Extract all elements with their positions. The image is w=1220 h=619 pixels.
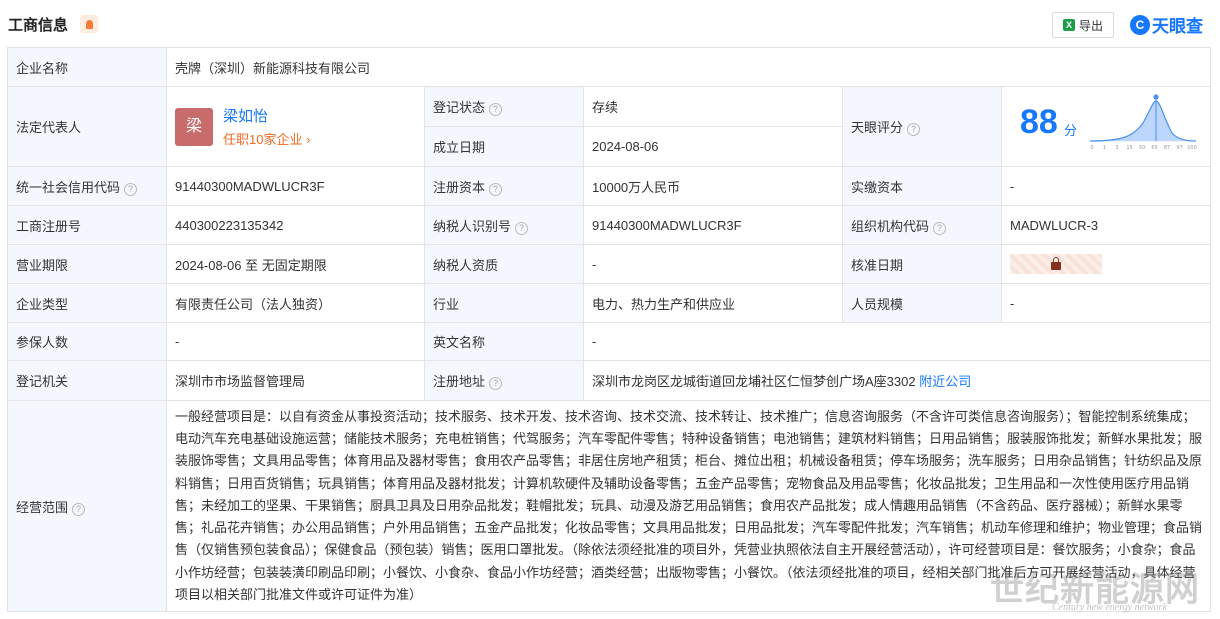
value-company-type: 有限责任公司（法人独资） xyxy=(166,283,425,323)
export-button[interactable]: X 导出 xyxy=(1052,12,1114,38)
bell-icon[interactable] xyxy=(80,15,98,33)
label-score: 天眼评分? xyxy=(842,86,1002,167)
help-icon[interactable]: ? xyxy=(515,221,529,235)
brand-name: 天眼查 xyxy=(1152,17,1203,36)
label-credit-code: 统一社会信用代码? xyxy=(7,166,167,206)
score-marker-dot xyxy=(1153,94,1159,100)
label-reg-capital: 注册资本? xyxy=(424,166,584,206)
score-tick-label: 87 xyxy=(1164,145,1170,151)
value-reg-capital: 10000万人民币 xyxy=(583,166,843,206)
value-taxpayer-id: 91440300MADWLUCR3F xyxy=(583,205,843,245)
nearby-companies-link[interactable]: 附近公司 xyxy=(919,374,971,389)
business-info-table: 企业名称 壳牌（深圳）新能源科技有限公司 法定代表人 梁 梁如怡 任职10家企业… xyxy=(7,47,1212,612)
score-tick-label: 65 xyxy=(1151,145,1157,151)
avatar[interactable]: 梁 xyxy=(175,107,213,146)
value-insured: - xyxy=(166,322,425,361)
section-header: 工商信息 X 导出 C 天眼查 xyxy=(0,0,1220,46)
help-icon[interactable]: ? xyxy=(72,502,86,516)
help-icon[interactable]: ? xyxy=(489,182,503,196)
section-title: 工商信息 xyxy=(8,17,69,34)
help-icon[interactable]: ? xyxy=(933,221,947,235)
lock-icon xyxy=(1051,256,1061,270)
value-authority: 深圳市市场监督管理局 xyxy=(166,360,425,401)
value-credit-code: 91440300MADWLUCR3F xyxy=(166,166,425,206)
excel-icon: X xyxy=(1062,19,1075,31)
label-company-name: 企业名称 xyxy=(7,47,167,87)
locked-content[interactable] xyxy=(1010,254,1102,274)
score-axis-ticks: 0 1 3 15 50 65 87 97 100 xyxy=(1090,145,1196,151)
legal-rep-name-link[interactable]: 梁如怡 xyxy=(223,105,310,126)
label-term: 营业期限 xyxy=(7,244,167,284)
value-org-code: MADWLUCR-3 xyxy=(1000,205,1212,245)
value-found-date: 2024-08-06 xyxy=(583,126,843,167)
legal-rep-companies-link[interactable]: 任职10家企业 › xyxy=(223,129,310,148)
watermark-subtitle: Century new energy network xyxy=(1052,602,1167,613)
score-tick-label: 100 xyxy=(1187,145,1197,151)
value-english-name: - xyxy=(582,322,1212,361)
label-org-code: 组织机构代码? xyxy=(842,205,1002,245)
score-tick-label: 15 xyxy=(1126,145,1132,151)
label-staff-size: 人员规模 xyxy=(842,283,1002,323)
value-legal-rep: 梁 梁如怡 任职10家企业 › xyxy=(166,86,425,167)
score-tick-label: 50 xyxy=(1139,145,1145,151)
address-text: 深圳市龙岗区龙城街道回龙埔社区仁恒梦创广场A座3302 xyxy=(592,374,916,389)
value-taxpayer-qual: - xyxy=(583,244,843,284)
help-icon[interactable]: ? xyxy=(489,377,503,390)
help-icon[interactable]: ? xyxy=(124,182,138,196)
value-term: 2024-08-06 至 无固定期限 xyxy=(166,244,425,284)
score-tick-label: 1 xyxy=(1103,145,1106,151)
tianyancha-logo-icon: C xyxy=(1130,14,1150,35)
label-found-date: 成立日期 xyxy=(424,126,584,167)
label-authority: 登记机关 xyxy=(7,360,167,401)
label-taxpayer-id: 纳税人识别号? xyxy=(424,205,584,245)
label-taxpayer-qual: 纳税人资质 xyxy=(424,244,584,284)
label-scope: 经营范围? xyxy=(7,400,167,612)
value-approve-date[interactable] xyxy=(1000,244,1212,284)
value-company-name: 壳牌（深圳）新能源科技有限公司 xyxy=(165,47,1212,87)
label-address: 注册地址? xyxy=(424,360,584,401)
label-reg-status: 登记状态? xyxy=(424,86,584,127)
label-insured: 参保人数 xyxy=(7,322,167,361)
help-icon[interactable]: ? xyxy=(489,103,503,116)
value-reg-no: 440300223135342 xyxy=(166,205,425,245)
value-industry: 电力、热力生产和供应业 xyxy=(583,283,843,323)
score-tick-label: 97 xyxy=(1176,145,1182,151)
value-score[interactable]: 88 分 0 1 3 15 50 65 87 97 100 xyxy=(1000,86,1212,167)
score-tick-label: 3 xyxy=(1115,145,1118,151)
score-tick-label: 0 xyxy=(1090,145,1093,151)
export-label: 导出 xyxy=(1078,18,1103,33)
brand-logo: C 天眼查 xyxy=(1130,12,1203,37)
value-reg-status: 存续 xyxy=(583,86,843,127)
score-distribution-chart: 0 1 3 15 50 65 87 97 100 xyxy=(1089,94,1197,151)
label-industry: 行业 xyxy=(424,283,584,323)
score-number: 88 xyxy=(1020,103,1058,141)
label-reg-no: 工商注册号 xyxy=(7,205,167,245)
value-address: 深圳市龙岗区龙城街道回龙埔社区仁恒梦创广场A座3302 附近公司 xyxy=(582,360,1212,401)
value-paid-capital: - xyxy=(1000,166,1212,206)
score-unit: 分 xyxy=(1064,123,1078,138)
label-legal-rep: 法定代表人 xyxy=(7,86,167,167)
help-icon[interactable]: ? xyxy=(907,123,921,136)
label-paid-capital: 实缴资本 xyxy=(842,166,1002,206)
label-company-type: 企业类型 xyxy=(7,283,167,323)
label-approve-date: 核准日期 xyxy=(842,244,1002,284)
score-distribution-area xyxy=(1090,101,1196,141)
value-staff-size: - xyxy=(1000,283,1212,323)
label-english-name: 英文名称 xyxy=(424,322,584,361)
